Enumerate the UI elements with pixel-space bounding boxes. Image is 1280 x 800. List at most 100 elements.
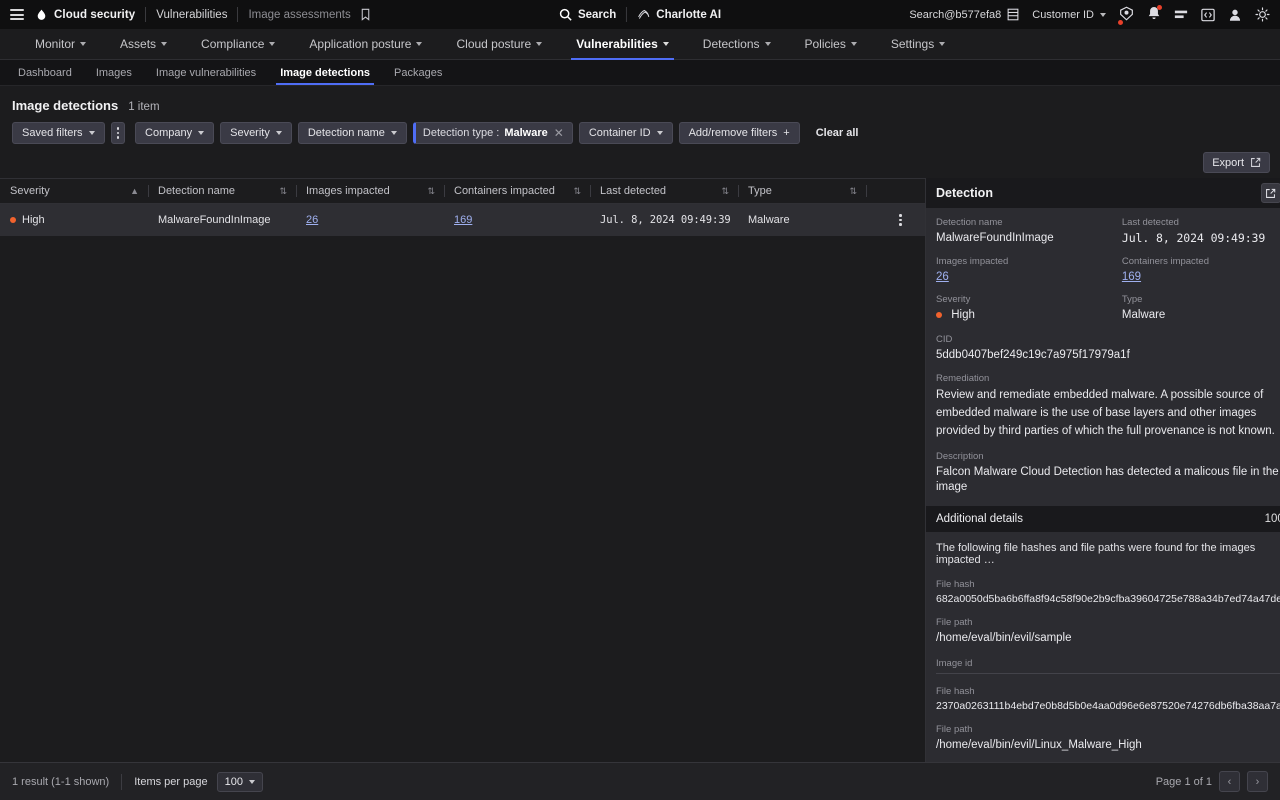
cell-row-actions[interactable] (866, 214, 925, 226)
pagination: Page 1 of 1 ‹ › (1156, 771, 1268, 792)
theme-toggle-button[interactable] (1255, 7, 1270, 22)
kebab-icon (116, 127, 120, 139)
field-label: CID (936, 333, 953, 345)
field-description: Description Falcon Malware Cloud Detecti… (936, 451, 1280, 496)
menu-icon[interactable] (10, 9, 24, 20)
sub-navigation: Dashboard Images Image vulnerabilities I… (0, 60, 1280, 86)
field-value: Jul. 8, 2024 09:49:39 (1121, 231, 1266, 245)
shield-alert-button[interactable] (1118, 6, 1134, 25)
notifications-button[interactable] (1147, 4, 1162, 24)
active-filter-detection-type[interactable]: Detection type : Malware ✕ (412, 122, 573, 144)
images-impacted-link[interactable]: 26 (936, 270, 1116, 286)
sort-icon: ⇅ (721, 185, 729, 196)
tab-image-detections[interactable]: Image detections (268, 60, 382, 85)
code-icon (1201, 8, 1215, 21)
add-remove-filters-label: Add/remove filters (688, 127, 778, 139)
file-path-label: File path (936, 724, 973, 736)
images-impacted-link[interactable]: 26 (306, 214, 318, 226)
tab-dashboard[interactable]: Dashboard (6, 60, 84, 85)
saved-filters-more-button[interactable] (110, 122, 126, 144)
containers-impacted-link[interactable]: 169 (1122, 270, 1280, 286)
items-per-page-select[interactable]: 100 (216, 771, 263, 792)
bookmark-icon[interactable] (360, 8, 371, 21)
nav-item-settings[interactable]: Settings (874, 29, 962, 59)
active-filter-key: Detection type : (422, 127, 500, 139)
cell-last-detected: Jul. 8, 2024 09:49:39 (600, 214, 731, 226)
column-header-severity[interactable]: Severity ▲ (0, 179, 148, 203)
nav-item-assets[interactable]: Assets (103, 29, 184, 59)
add-remove-filters-button[interactable]: Add/remove filters + (678, 122, 800, 144)
tab-packages[interactable]: Packages (382, 60, 454, 85)
nav-item-vulnerabilities[interactable]: Vulnerabilities (559, 29, 686, 60)
field-containers-impacted: Containers impacted 169 (1122, 256, 1280, 286)
nav-item-application-posture[interactable]: Application posture (292, 29, 439, 59)
tab-images[interactable]: Images (84, 60, 144, 85)
global-search-button[interactable]: Search (559, 8, 616, 21)
saved-filters-button[interactable]: Saved filters (12, 122, 105, 144)
field-severity: Severity High (936, 294, 1116, 324)
kebab-icon[interactable] (899, 214, 902, 226)
tasks-button[interactable] (1174, 8, 1188, 22)
nav-item-cloud-posture[interactable]: Cloud posture (439, 29, 559, 59)
breadcrumb-vulnerabilities[interactable]: Vulnerabilities (156, 9, 227, 21)
column-header-images-impacted[interactable]: Images impacted ⇅ (296, 179, 444, 203)
cell-severity: High (0, 214, 148, 226)
containers-impacted-link[interactable]: 169 (454, 214, 472, 226)
column-label: Containers impacted (454, 185, 555, 197)
chevron-down-icon (80, 42, 87, 46)
field-label: Description (936, 450, 984, 462)
table-row[interactable]: High MalwareFoundInImage 26 169 Jul. 8, … (0, 204, 925, 236)
nav-item-detections[interactable]: Detections (686, 29, 788, 59)
field-value: Falcon Malware Cloud Detection has detec… (936, 465, 1279, 494)
field-detection-name: Detection name MalwareFoundInImage (936, 217, 1116, 247)
chevron-down-icon (416, 42, 423, 46)
field-remediation: Remediation Review and remediate embedde… (936, 373, 1280, 440)
additional-detail-entry: File hash 682a0050d5ba6b6ffa8f94c58f90e2… (936, 579, 1280, 675)
nav-item-policies[interactable]: Policies (788, 29, 874, 59)
additional-details-title: Additional details (936, 512, 1023, 525)
search-context-chip[interactable]: Search@b577efa8 (909, 8, 1019, 21)
column-header-detection-name[interactable]: Detection name ⇅ (148, 179, 296, 203)
table-body: High MalwareFoundInImage 26 169 Jul. 8, … (0, 204, 925, 762)
chevron-down-icon (850, 42, 857, 46)
filter-severity-button[interactable]: Severity (220, 122, 292, 144)
filter-container-id-label: Container ID (588, 127, 651, 139)
additional-details-header[interactable]: Additional details 100 ▲ (926, 505, 1280, 532)
tab-image-vulnerabilities[interactable]: Image vulnerabilities (144, 60, 268, 85)
cloud-logo-icon (37, 9, 46, 20)
chevron-down-icon (662, 42, 669, 46)
next-page-button[interactable]: › (1247, 771, 1268, 792)
page-title: Image detections (12, 98, 119, 113)
column-header-type[interactable]: Type ⇅ (738, 179, 866, 203)
close-icon[interactable]: ✕ (554, 127, 564, 139)
previous-page-button[interactable]: ‹ (1219, 771, 1240, 792)
filter-detection-name-button[interactable]: Detection name (297, 122, 407, 144)
clear-all-filters-button[interactable]: Clear all (806, 122, 869, 144)
file-hash-label: File hash (936, 578, 975, 590)
field-value: Review and remediate embedded malware. A… (936, 389, 1275, 437)
nav-item-monitor[interactable]: Monitor (18, 29, 103, 59)
sort-icon: ⇅ (573, 185, 581, 196)
charlotte-ai-button[interactable]: Charlotte AI (637, 8, 721, 21)
nav-label: Assets (120, 37, 157, 51)
table-footer: 1 result (1-1 shown) Items per page 100 … (0, 762, 1280, 800)
table-header-row: Severity ▲ Detection name ⇅ Images impac… (0, 178, 925, 204)
column-header-last-detected[interactable]: Last detected ⇅ (590, 179, 738, 203)
chevron-down-icon (248, 779, 255, 784)
api-code-button[interactable] (1201, 8, 1215, 22)
nav-item-compliance[interactable]: Compliance (184, 29, 292, 59)
filter-company-button[interactable]: Company (135, 122, 215, 144)
additional-details-count: 100 (1264, 512, 1280, 525)
field-images-impacted: Images impacted 26 (936, 256, 1116, 286)
severity-label: High (22, 214, 45, 226)
user-menu-button[interactable] (1228, 8, 1242, 22)
customer-id-selector[interactable]: Customer ID (1032, 9, 1106, 21)
detail-panel-scroll[interactable]: Detection name MalwareFoundInImage Last … (926, 208, 1280, 762)
active-filter-value: Malware (504, 127, 548, 139)
export-button[interactable]: Export (1203, 152, 1270, 173)
filter-container-id-button[interactable]: Container ID (578, 122, 673, 144)
open-in-new-button[interactable] (1260, 183, 1280, 203)
column-header-containers-impacted[interactable]: Containers impacted ⇅ (444, 179, 590, 203)
field-type: Type Malware (1122, 294, 1280, 324)
breadcrumb-image-assessments[interactable]: Image assessments (248, 9, 350, 21)
